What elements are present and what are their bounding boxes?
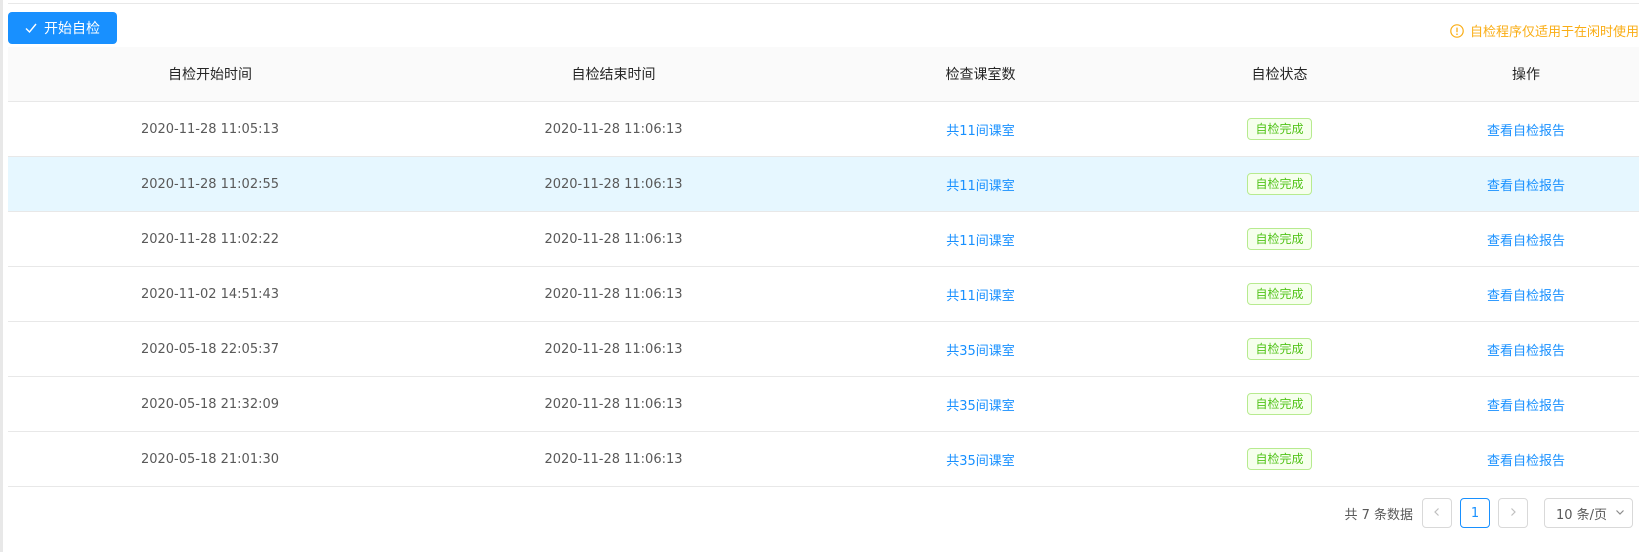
start-time-cell: 2020-11-28 11:05:13 [140, 121, 280, 137]
column-header-end-time: 自检结束时间 [571, 67, 656, 83]
table-row: 2020-11-28 11:05:13 2020-11-28 11:06:13 … [8, 102, 1639, 157]
page-size-label: 10 条/页 [1556, 507, 1608, 523]
column-header-status: 自检状态 [1251, 67, 1308, 83]
view-report-link[interactable]: 查看自检报告 [1487, 124, 1565, 139]
total-count-text: 共 7 条数据 [1344, 507, 1413, 523]
top-divider [8, 3, 1639, 4]
start-time-cell: 2020-05-18 21:32:09 [140, 396, 280, 412]
status-badge: 自检完成 [1247, 448, 1312, 470]
table-row: 2020-05-18 21:01:30 2020-11-28 11:06:13 … [8, 432, 1639, 487]
status-badge: 自检完成 [1247, 338, 1312, 360]
self-check-table: 自检开始时间 自检结束时间 检查课室数 自检状态 操作 2020-11-28 1… [8, 47, 1639, 487]
start-self-check-label: 开始自检 [44, 21, 100, 37]
chevron-right-icon [1508, 506, 1518, 521]
start-time-cell: 2020-05-18 22:05:37 [140, 341, 280, 357]
status-badge: 自检完成 [1247, 393, 1312, 415]
view-report-link[interactable]: 查看自检报告 [1487, 289, 1565, 304]
room-count-link[interactable]: 共11间课室 [946, 179, 1015, 194]
room-count-link[interactable]: 共11间课室 [946, 124, 1015, 139]
start-time-cell: 2020-05-18 21:01:30 [140, 451, 280, 467]
room-count-link[interactable]: 共11间课室 [946, 289, 1015, 304]
prev-page-button[interactable] [1422, 498, 1452, 528]
chevron-left-icon [1432, 506, 1442, 521]
start-time-cell: 2020-11-28 11:02:22 [140, 231, 280, 247]
column-header-room-count: 检查课室数 [945, 67, 1016, 83]
room-count-link[interactable]: 共35间课室 [946, 344, 1015, 359]
table-row: 2020-11-28 11:02:22 2020-11-28 11:06:13 … [8, 212, 1639, 267]
end-time-cell: 2020-11-28 11:06:13 [544, 231, 683, 247]
left-border [0, 0, 3, 552]
view-report-link[interactable]: 查看自检报告 [1487, 399, 1565, 414]
end-time-cell: 2020-11-28 11:06:13 [544, 341, 683, 357]
end-time-cell: 2020-11-28 11:06:13 [544, 451, 683, 467]
status-badge: 自检完成 [1247, 283, 1312, 305]
end-time-cell: 2020-11-28 11:06:13 [544, 286, 683, 302]
self-check-page: 开始自检 自检程序仅适用于在闲时使用 自检开始时间 自检结束时间 检查课室数 自… [0, 0, 1647, 552]
table-row: 2020-11-02 14:51:43 2020-11-28 11:06:13 … [8, 267, 1639, 322]
view-report-link[interactable]: 查看自检报告 [1487, 454, 1565, 469]
page-number: 1 [1470, 505, 1480, 521]
pagination: 共 7 条数据 1 10 条/页 [1344, 498, 1633, 528]
table-header: 自检开始时间 自检结束时间 检查课室数 自检状态 操作 [8, 47, 1639, 102]
start-time-cell: 2020-11-28 11:02:55 [140, 176, 280, 192]
page-1-button[interactable]: 1 [1460, 498, 1490, 528]
info-circle-icon [1450, 23, 1464, 38]
page-size-select[interactable]: 10 条/页 [1544, 498, 1633, 528]
room-count-link[interactable]: 共35间课室 [946, 399, 1015, 414]
end-time-cell: 2020-11-28 11:06:13 [544, 396, 683, 412]
start-self-check-button[interactable]: 开始自检 [8, 12, 117, 44]
idle-notice: 自检程序仅适用于在闲时使用 [1450, 21, 1639, 40]
table-row: 2020-11-28 11:02:55 2020-11-28 11:06:13 … [8, 157, 1639, 212]
column-header-action: 操作 [1512, 67, 1540, 83]
status-badge: 自检完成 [1247, 228, 1312, 250]
idle-notice-text: 自检程序仅适用于在闲时使用 [1469, 25, 1639, 40]
check-icon [25, 22, 37, 34]
start-time-cell: 2020-11-02 14:51:43 [140, 286, 280, 302]
view-report-link[interactable]: 查看自检报告 [1487, 344, 1565, 359]
view-report-link[interactable]: 查看自检报告 [1487, 234, 1565, 249]
end-time-cell: 2020-11-28 11:06:13 [544, 121, 683, 137]
next-page-button[interactable] [1498, 498, 1528, 528]
chevron-down-icon [1615, 506, 1625, 521]
status-badge: 自检完成 [1247, 173, 1312, 195]
column-header-start-time: 自检开始时间 [168, 67, 252, 83]
room-count-link[interactable]: 共35间课室 [946, 454, 1015, 469]
table-row: 2020-05-18 22:05:37 2020-11-28 11:06:13 … [8, 322, 1639, 377]
status-badge: 自检完成 [1247, 118, 1312, 140]
view-report-link[interactable]: 查看自检报告 [1487, 179, 1565, 194]
table-row: 2020-05-18 21:32:09 2020-11-28 11:06:13 … [8, 377, 1639, 432]
end-time-cell: 2020-11-28 11:06:13 [544, 176, 683, 192]
room-count-link[interactable]: 共11间课室 [946, 234, 1015, 249]
